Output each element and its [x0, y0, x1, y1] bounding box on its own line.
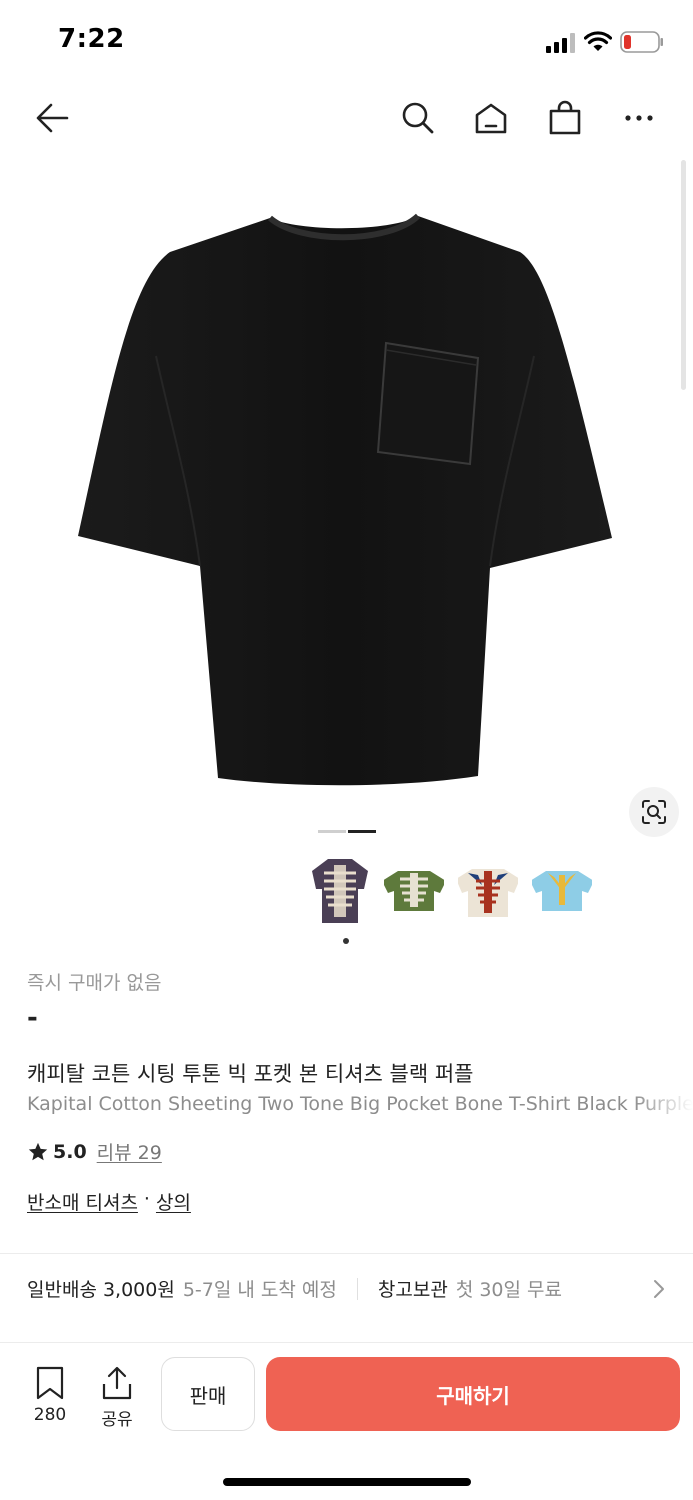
image-search-button[interactable]	[629, 787, 679, 837]
bottom-action-bar: 280 공유 판매 구매하기	[0, 1342, 693, 1442]
rating-score: 5.0	[53, 1140, 87, 1163]
category-breadcrumb: 반소매 티셔츠 · 상의	[27, 1188, 191, 1215]
bookmark-icon	[36, 1366, 64, 1400]
color-thumbnails	[310, 855, 592, 925]
star-icon	[28, 1142, 48, 1160]
category-separator: ·	[143, 1188, 150, 1210]
category-link-tops[interactable]: 상의	[156, 1188, 191, 1215]
share-label: 공유	[101, 1410, 133, 1430]
status-bar: 7:22	[0, 0, 693, 80]
category-link-short-sleeve[interactable]: 반소매 티셔츠	[27, 1188, 138, 1215]
sell-button[interactable]: 판매	[161, 1357, 255, 1431]
search-icon[interactable]	[398, 98, 438, 138]
buy-button[interactable]: 구매하기	[266, 1357, 680, 1431]
pager-segment-active	[348, 830, 376, 833]
status-time: 7:22	[58, 24, 125, 54]
section-divider	[0, 1253, 693, 1254]
chevron-right-icon[interactable]	[651, 1278, 667, 1300]
product-image[interactable]	[0, 160, 693, 820]
shopping-bag-icon[interactable]	[545, 98, 585, 138]
lens-scan-icon	[642, 800, 666, 824]
more-icon[interactable]	[619, 98, 659, 138]
battery-icon	[620, 31, 663, 53]
shipping-divider	[356, 1277, 358, 1300]
back-arrow-icon[interactable]	[32, 98, 72, 138]
pager-segment	[318, 830, 346, 833]
cellular-signal-icon	[546, 33, 575, 53]
review-link[interactable]: 리뷰 29	[97, 1138, 162, 1165]
rating-row: 5.0 리뷰 29	[27, 1138, 162, 1165]
product-title-ko: 캐피탈 코튼 시팅 투톤 빅 포켓 본 티셔츠 블랙 퍼플	[27, 1062, 474, 1086]
product-price: -	[27, 1003, 38, 1033]
share-button[interactable]: 공유	[92, 1365, 142, 1430]
image-pager	[318, 830, 376, 833]
thumbnail-blue[interactable]	[532, 855, 592, 925]
thumbnail-purple[interactable]	[310, 855, 370, 925]
share-icon	[102, 1366, 132, 1400]
shipping-info[interactable]: 일반배송 3,000원 5-7일 내 도착 예정 창고보관 첫 30일 무료	[27, 1275, 562, 1302]
instant-buy-status: 즉시 구매가 없음	[27, 972, 162, 994]
thumbnail-cream[interactable]	[458, 855, 518, 925]
home-indicator[interactable]	[223, 1478, 471, 1486]
image-scrollbar	[681, 160, 686, 390]
shipping-eta: 5-7일 내 도착 예정	[182, 1279, 337, 1301]
wifi-icon	[584, 31, 612, 51]
storage-promo: 첫 30일 무료	[455, 1279, 562, 1301]
bookmark-count: 280	[33, 1405, 67, 1425]
thumbnail-green[interactable]	[384, 855, 444, 925]
home-icon[interactable]	[471, 98, 511, 138]
top-nav	[0, 90, 693, 146]
selected-thumbnail-indicator	[343, 938, 349, 944]
product-title-en: Kapital Cotton Sheeting Two Tone Big Poc…	[27, 1093, 693, 1115]
storage-label: 창고보관	[377, 1279, 448, 1301]
title-fade-overlay	[633, 1090, 693, 1120]
shipping-standard-label: 일반배송 3,000원	[27, 1279, 175, 1301]
bookmark-button[interactable]: 280	[25, 1365, 75, 1425]
